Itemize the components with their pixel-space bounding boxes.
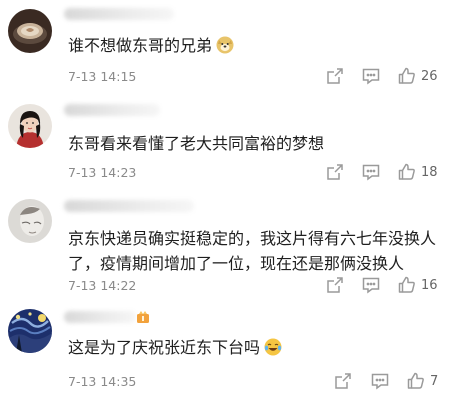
comment-text: 东哥看来看懂了老大共同富裕的梦想 [68, 134, 325, 153]
like-count: 18 [421, 165, 438, 180]
badge-icon [137, 311, 149, 323]
comment-icon[interactable] [361, 66, 381, 86]
comment-timestamp: 7-13 14:22 [68, 278, 137, 293]
laughing-tears-emoji [264, 338, 282, 356]
thumbs-up-icon[interactable] [397, 275, 417, 295]
username-redacted [64, 104, 160, 116]
comment-text: 这是为了庆祝张近东下台吗 [68, 335, 437, 360]
comment-item: 谁不想做东哥的兄弟 7-13 14:15 26 [0, 0, 453, 95]
doge-emoji [216, 36, 234, 54]
comment-icon[interactable] [361, 275, 381, 295]
avatar[interactable] [8, 9, 52, 53]
avatar[interactable] [8, 104, 52, 148]
comment-item: 京东快递员确实挺稳定的，我这片得有六七年没换人了，疫情期间增加了一位，现在还是那… [0, 195, 453, 305]
comment-item: 这是为了庆祝张近东下台吗 7-13 14:35 7 [0, 305, 453, 410]
comment-timestamp: 7-13 14:35 [68, 374, 137, 389]
username-redacted [64, 311, 136, 323]
thumbs-up-icon[interactable] [406, 371, 426, 391]
username-redacted [64, 200, 194, 212]
thumbs-up-icon[interactable] [397, 162, 417, 182]
share-icon[interactable] [333, 371, 353, 391]
comment-icon[interactable] [361, 162, 381, 182]
share-icon[interactable] [325, 275, 345, 295]
like-count: 7 [430, 374, 439, 389]
comment-item: 东哥看来看懂了老大共同富裕的梦想 7-13 14:23 18 [0, 95, 453, 195]
thumbs-up-icon[interactable] [397, 66, 417, 86]
share-icon[interactable] [325, 162, 345, 182]
avatar[interactable] [8, 199, 52, 243]
avatar[interactable] [8, 309, 52, 353]
comment-text: 京东快递员确实挺稳定的，我这片得有六七年没换人了，疫情期间增加了一位，现在还是那… [68, 229, 437, 273]
share-icon[interactable] [325, 66, 345, 86]
comment-icon[interactable] [370, 371, 390, 391]
username-redacted [64, 8, 174, 20]
comment-timestamp: 7-13 14:23 [68, 165, 137, 180]
like-count: 26 [421, 69, 438, 84]
comment-text: 谁不想做东哥的兄弟 [68, 33, 437, 58]
like-count: 16 [421, 278, 438, 293]
comment-timestamp: 7-13 14:15 [68, 69, 137, 84]
